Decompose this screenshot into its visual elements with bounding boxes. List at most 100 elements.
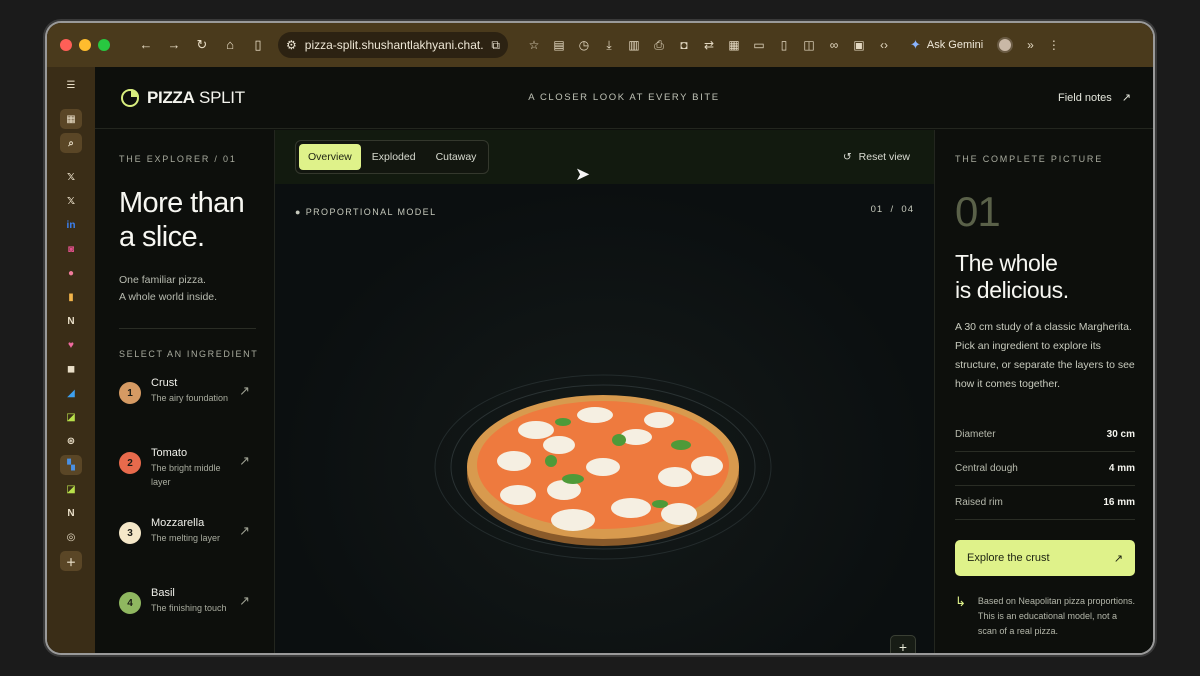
reading-list-icon[interactable]: ▤ [551, 38, 567, 53]
mouse-cursor-icon: ➤ [575, 164, 591, 184]
picture-title-line1: The whole [955, 250, 1058, 276]
instagram-icon[interactable]: ◙ [60, 239, 82, 259]
ingredient-number: 2 [119, 452, 141, 474]
browser-window: ← → ↻ ⌂ ▯ ⚙ pizza-split.shushantlakhyani… [47, 23, 1153, 653]
devtools-icon[interactable]: ‹› [876, 38, 892, 53]
x-icon[interactable]: 𝕏 [60, 167, 82, 187]
notion-icon-2[interactable]: N [60, 503, 82, 523]
spec-value: 4 mm [1108, 463, 1135, 474]
reload-icon[interactable]: ↻ [192, 37, 212, 53]
url-text[interactable]: pizza-split.shushantlakhyani.chat... [305, 38, 484, 52]
picture-description: A 30 cm study of a classic Margherita. P… [955, 321, 1135, 390]
pizza-stage[interactable]: ● PROPORTIONAL MODEL 01 / 04 + [275, 184, 934, 653]
nav-buttons: ← → ↻ ⌂ ▯ [136, 37, 268, 53]
ingredient-number: 1 [119, 382, 141, 404]
home-icon[interactable]: ⌂ [220, 37, 240, 53]
reset-icon: ↺ [842, 151, 852, 163]
table-icon[interactable]: ▣ [851, 38, 867, 53]
close-window-button[interactable] [60, 39, 72, 51]
explore-crust-button[interactable]: Explore the crust ↗ [955, 540, 1135, 576]
app-icon[interactable]: ● [60, 263, 82, 283]
forward-icon[interactable]: → [164, 37, 184, 53]
ingredient-tomato[interactable]: 2 Tomato The bright middle layer ↗ [119, 447, 274, 517]
cast-icon[interactable]: ▭ [751, 38, 767, 53]
split-view-icon[interactable]: ▯ [248, 37, 268, 53]
ingredient-mozzarella[interactable]: 3 Mozzarella The melting layer ↗ [119, 517, 274, 587]
add-app-icon[interactable]: ＋ [60, 551, 82, 571]
notion-icon[interactable]: N [60, 311, 82, 331]
chrome-icon[interactable]: ◎ [60, 527, 82, 547]
pizza-model[interactable] [423, 362, 783, 572]
slide-counter: 01 / 04 [871, 204, 914, 215]
ingredient-desc: The bright middle layer [151, 463, 221, 487]
complete-picture-panel: THE COMPLETE PICTURE 01 The whole is del… [934, 130, 1153, 653]
tab-overview[interactable]: Overview [299, 144, 361, 170]
translate-icon[interactable]: ⇄ [701, 38, 717, 53]
link-icon[interactable]: ∞ [826, 38, 842, 53]
extension-icon[interactable]: ⧉ [491, 38, 500, 53]
return-arrow-icon: ↳ [955, 594, 966, 609]
app-green-icon-2[interactable]: ◪ [60, 479, 82, 499]
window-controls [60, 39, 110, 51]
arrow-up-right-icon: ↗ [239, 383, 250, 398]
openai-icon[interactable]: ⊛ [60, 431, 82, 451]
spec-value: 30 cm [1106, 429, 1135, 440]
profile-avatar[interactable] [997, 37, 1014, 53]
ingredient-desc: The melting layer [151, 533, 221, 543]
back-icon[interactable]: ← [136, 37, 156, 53]
sidebar-toggle-icon[interactable]: ☰ [60, 75, 82, 95]
menu-icon[interactable]: ⋮ [1048, 38, 1060, 52]
analytics-icon[interactable]: ▮ [60, 287, 82, 307]
reset-view-label: Reset view [858, 151, 910, 163]
explorer-sub-line2: A whole world inside. [119, 291, 218, 303]
profile-icon[interactable]: ◼ [60, 359, 82, 379]
qr-code-icon[interactable]: ▦ [726, 38, 742, 53]
ingredient-list: 1 Crust The airy foundation ↗ 2 Tomato T… [119, 377, 274, 653]
download-icon[interactable]: ⤓ [601, 38, 617, 53]
x-icon-2[interactable]: 𝕏 [60, 191, 82, 211]
main-columns: THE EXPLORER / 01 More than a slice. One… [95, 130, 1153, 653]
search-tabs-icon[interactable]: ⌕ [60, 133, 82, 153]
ingredient-number: 3 [119, 522, 141, 544]
app-blue-icon[interactable]: ◢ [60, 383, 82, 403]
ingredient-crust[interactable]: 1 Crust The airy foundation ↗ [119, 377, 274, 447]
tab-exploded[interactable]: Exploded [363, 144, 425, 170]
gemini-icon: ✦ [910, 37, 921, 52]
app-green-icon[interactable]: ◪ [60, 407, 82, 427]
ingredient-desc: The finishing touch [151, 603, 227, 613]
tabs-grid-icon[interactable]: ▦ [60, 109, 82, 129]
linkedin-icon[interactable]: in [60, 215, 82, 235]
site-settings-icon[interactable]: ⚙ [286, 38, 297, 52]
tab-cutaway[interactable]: Cutaway [427, 144, 486, 170]
spec-row: Raised rim 16 mm [955, 486, 1135, 520]
minimize-window-button[interactable] [79, 39, 91, 51]
bookmark-star-icon[interactable]: ☆ [526, 38, 542, 53]
ingredient-desc: The airy foundation [151, 393, 229, 403]
counter-separator: / [890, 204, 895, 215]
history-icon[interactable]: ◷ [576, 38, 592, 53]
print-icon[interactable]: ⎙ [651, 38, 667, 53]
zoom-in-button[interactable]: + [890, 635, 916, 653]
ingredient-basil[interactable]: 4 Basil The finishing touch ↗ [119, 587, 274, 653]
maximize-window-button[interactable] [98, 39, 110, 51]
ask-gemini-button[interactable]: ✦ Ask Gemini [910, 37, 983, 53]
picture-title-line2: is delicious. [955, 277, 1069, 303]
arrow-up-right-icon: ↗ [239, 523, 250, 538]
app-grid-icon[interactable]: ▚ [60, 455, 82, 475]
delete-icon[interactable]: ▥ [626, 38, 642, 53]
divider [119, 328, 256, 329]
heart-icon[interactable]: ♥ [60, 335, 82, 355]
reader-icon[interactable]: ▯ [776, 38, 792, 53]
screenshot-icon[interactable]: ◘ [676, 38, 692, 53]
explorer-title-line2: a slice. [119, 221, 205, 253]
sidebar-icon[interactable]: ◫ [801, 38, 817, 53]
spec-value: 16 mm [1103, 497, 1135, 508]
reset-view-button[interactable]: ↺ Reset view [843, 151, 910, 163]
field-notes-link[interactable]: Field notes ↗ [1058, 91, 1131, 105]
browser-toolbar: ← → ↻ ⌂ ▯ ⚙ pizza-split.shushantlakhyani… [47, 23, 1153, 67]
expand-icon[interactable]: » [1027, 38, 1034, 52]
explorer-subtitle: One familiar pizza. A whole world inside… [119, 272, 274, 306]
address-bar[interactable]: ⚙ pizza-split.shushantlakhyani.chat... ⧉ [278, 32, 508, 58]
viewer-toolbar: Overview Exploded Cutaway ↺ Reset view ➤ [275, 130, 934, 184]
explorer-eyebrow: THE EXPLORER / 01 [119, 154, 237, 164]
